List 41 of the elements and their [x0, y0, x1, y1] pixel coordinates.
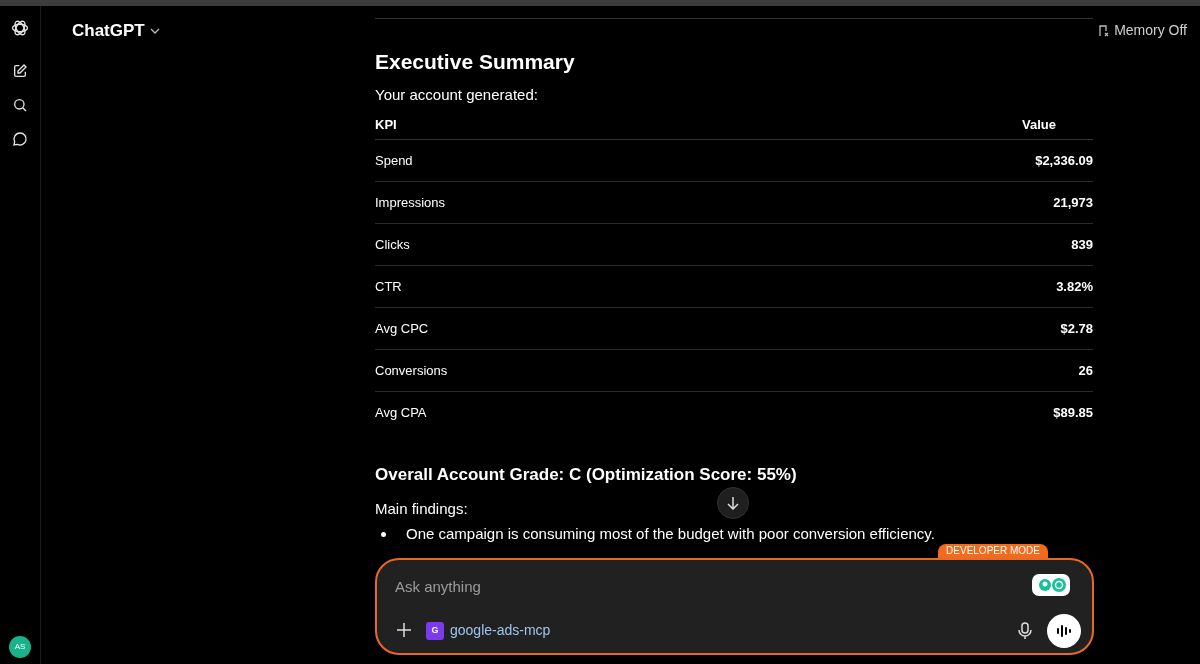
chat-bubble-icon[interactable] [12, 131, 28, 147]
grade-heading: Overall Account Grade: C (Optimization Score: 55%) [375, 464, 797, 486]
prompt-input[interactable]: Ask anything [395, 576, 995, 599]
intro-text: Your account generated: [375, 84, 539, 105]
table-cell-text: 26 [1078, 361, 1093, 380]
bullet-icon [381, 531, 386, 537]
waveform-icon [1056, 624, 1072, 638]
column-header: KPI [375, 115, 397, 134]
microphone-icon[interactable] [1018, 622, 1032, 640]
memory-off-icon[interactable] [1096, 23, 1111, 38]
table-cell-text: Spend [375, 151, 413, 170]
table-cell-text: $2.78 [1060, 319, 1093, 338]
table-cell-text: $2,336.09 [1035, 151, 1093, 170]
developer-mode-badge: DEVELOPER MODE [938, 544, 1048, 558]
new-chat-icon[interactable] [12, 63, 28, 79]
model-selector[interactable]: ChatGPT [72, 18, 145, 44]
table-cell-text: CTR [375, 277, 402, 296]
scroll-down-button[interactable] [717, 487, 749, 519]
section-heading: Executive Summary [375, 49, 576, 75]
arrow-down-icon [726, 496, 740, 510]
table-cell-text: Avg CPC [375, 319, 429, 338]
table-cell-text: 21,973 [1053, 193, 1093, 212]
extension-icon[interactable] [1032, 574, 1070, 596]
tool-icon: G [426, 621, 444, 640]
memory-status[interactable]: Memory Off [1114, 20, 1187, 41]
table-cell-text: 839 [1071, 235, 1093, 254]
column-header: Value [1022, 115, 1056, 134]
composer[interactable]: Ask anything G google-ads-mcp [375, 558, 1094, 655]
plus-icon[interactable] [396, 622, 412, 638]
findings-label: Main findings: [375, 498, 468, 519]
tool-chip[interactable]: google-ads-mcp [450, 620, 551, 641]
table-cell-text: $89.85 [1053, 404, 1093, 423]
table-cell-text: 3.82% [1056, 277, 1093, 296]
finding-text: One campaign is consuming most of the budget with poor conversion efficiency. [406, 524, 935, 544]
voice-mode-button[interactable] [1047, 614, 1081, 648]
table-cell-text: Clicks [375, 235, 410, 254]
table-cell-text: Conversions [375, 361, 448, 380]
table-cell-text: Avg CPA [375, 404, 427, 423]
table-cell-text: Impressions [375, 193, 446, 212]
search-icon[interactable] [12, 97, 28, 113]
logo-icon[interactable] [10, 18, 30, 38]
